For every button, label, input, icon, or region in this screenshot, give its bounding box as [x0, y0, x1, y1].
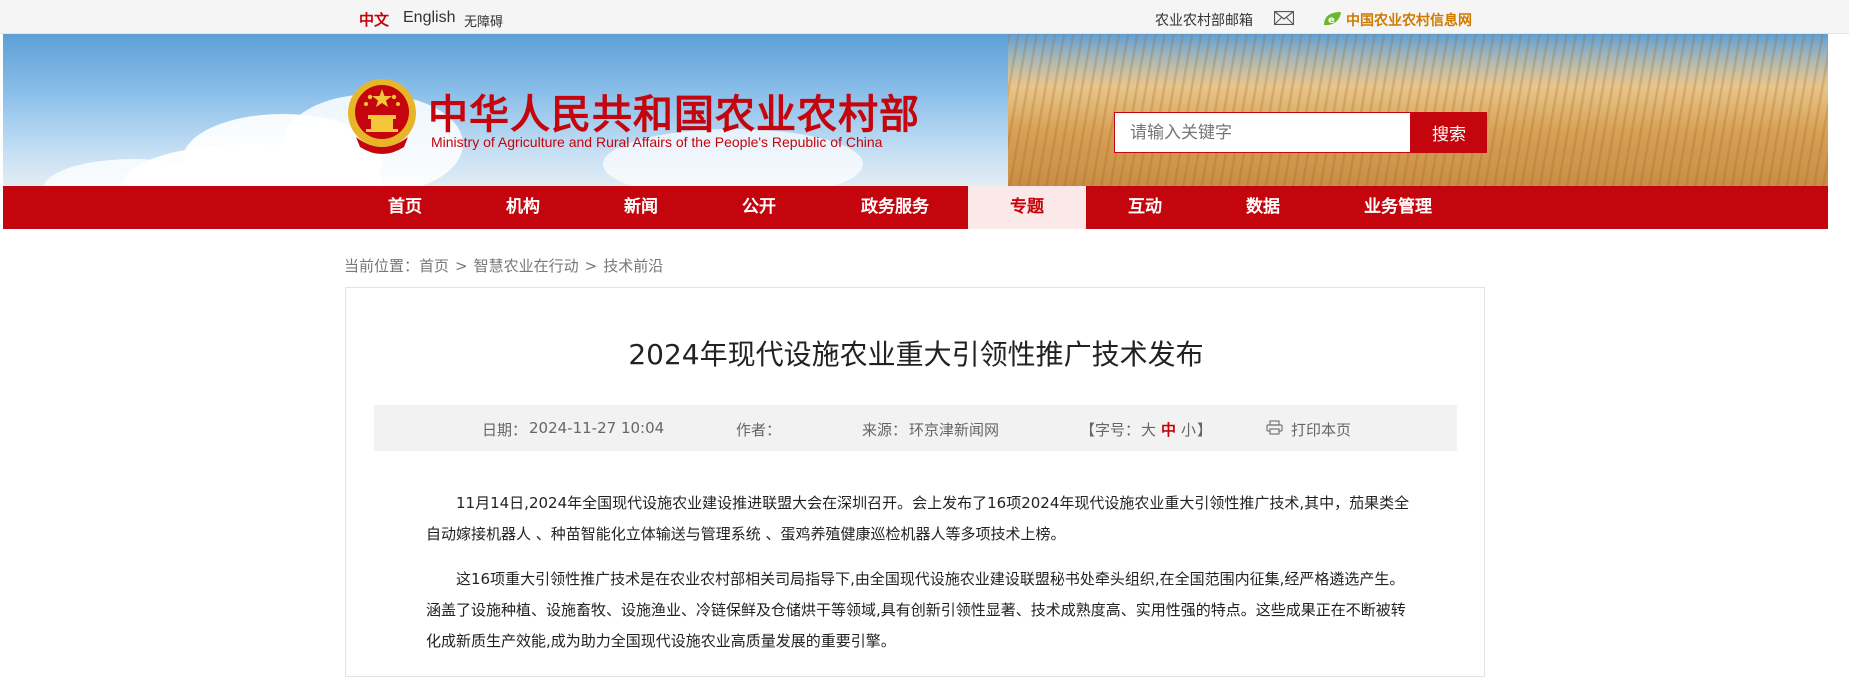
site-subtitle: Ministry of Agriculture and Rural Affair…	[431, 134, 883, 150]
breadcrumb-item-home[interactable]: 首页	[419, 257, 449, 275]
china-agri-info-network-link[interactable]: 中国农业农村信息网	[1346, 10, 1472, 30]
accessibility-link[interactable]: 无障碍	[464, 11, 503, 30]
breadcrumb-item-smart-agriculture[interactable]: 智慧农业在行动	[474, 257, 579, 275]
source-name: 环京津新闻网	[909, 421, 1000, 439]
top-utility-bar: 中文 English 无障碍 农业农村部邮箱 e 中国农业农村信息网	[0, 0, 1849, 34]
font-size-bracket-open: 【字号：	[1080, 421, 1141, 439]
nav-item-news[interactable]: 新闻	[581, 186, 701, 229]
publish-date: 2024-11-27 10:04	[529, 419, 665, 437]
nav-item-public[interactable]: 公开	[699, 186, 819, 229]
search-input[interactable]	[1114, 112, 1411, 153]
nav-item-interaction[interactable]: 互动	[1086, 186, 1204, 229]
nav-item-government-services[interactable]: 政务服务	[833, 186, 957, 229]
article-container: 2024年现代设施农业重大引领性推广技术发布 日期： 2024-11-27 10…	[345, 287, 1485, 677]
printer-icon[interactable]	[1266, 420, 1283, 435]
breadcrumb-separator: >	[584, 257, 598, 275]
breadcrumb-prefix: 当前位置：	[344, 257, 420, 275]
print-page-link[interactable]: 打印本页	[1291, 419, 1351, 440]
breadcrumb: 当前位置：首页 > 智慧农业在行动 > 技术前沿	[344, 255, 669, 276]
language-english-link[interactable]: English	[403, 9, 455, 27]
nav-item-data[interactable]: 数据	[1204, 186, 1322, 229]
nav-item-business-management[interactable]: 业务管理	[1333, 186, 1463, 229]
font-size-bracket-close: 】	[1197, 421, 1213, 439]
article-body: 11月14日,2024年全国现代设施农业建设推进联盟大会在深圳召开。会上发布了1…	[426, 488, 1411, 671]
header-banner: 中华人民共和国农业农村部 Ministry of Agriculture and…	[3, 34, 1828, 186]
date-label: 日期：	[482, 421, 528, 439]
breadcrumb-separator: >	[455, 257, 468, 275]
language-chinese-link[interactable]: 中文	[359, 9, 389, 30]
nav-item-special-topics[interactable]: 专题	[968, 186, 1086, 229]
article-paragraph: 这16项重大引领性推广技术是在农业农村部相关司局指导下,由全国现代设施农业建设联…	[426, 570, 1406, 650]
nav-item-institutions[interactable]: 机构	[463, 186, 583, 229]
font-size-large-button[interactable]: 大	[1141, 419, 1156, 440]
site-title[interactable]: 中华人民共和国农业农村部	[428, 82, 920, 140]
article-meta-bar: 日期： 2024-11-27 10:04 作者： 来源： 环京津新闻网 【字号：…	[374, 405, 1457, 451]
source-label: 来源：	[862, 421, 908, 439]
national-emblem-icon[interactable]	[346, 77, 418, 155]
font-size-medium-button[interactable]: 中	[1161, 419, 1176, 440]
nav-item-home[interactable]: 首页	[343, 186, 467, 229]
article-title: 2024年现代设施农业重大引领性推广技术发布	[628, 338, 1204, 371]
wheat-field-image	[1008, 34, 1828, 186]
breadcrumb-item-tech-frontier[interactable]: 技术前沿	[603, 257, 663, 275]
article-paragraph: 11月14日,2024年全国现代设施农业建设推进联盟大会在深圳召开。会上发布了1…	[426, 494, 1410, 543]
envelope-icon[interactable]	[1274, 11, 1294, 25]
font-size-small-button[interactable]: 小	[1181, 419, 1196, 440]
author-label: 作者：	[736, 421, 782, 439]
ministry-mailbox-link[interactable]: 农业农村部邮箱	[1155, 10, 1253, 30]
leaf-e-logo-icon: e	[1324, 12, 1341, 26]
search-button[interactable]: 搜索	[1411, 112, 1487, 153]
svg-text:e: e	[1328, 15, 1335, 26]
main-navigation: 首页 机构 新闻 公开 政务服务 专题 互动 数据 业务管理	[3, 186, 1828, 229]
